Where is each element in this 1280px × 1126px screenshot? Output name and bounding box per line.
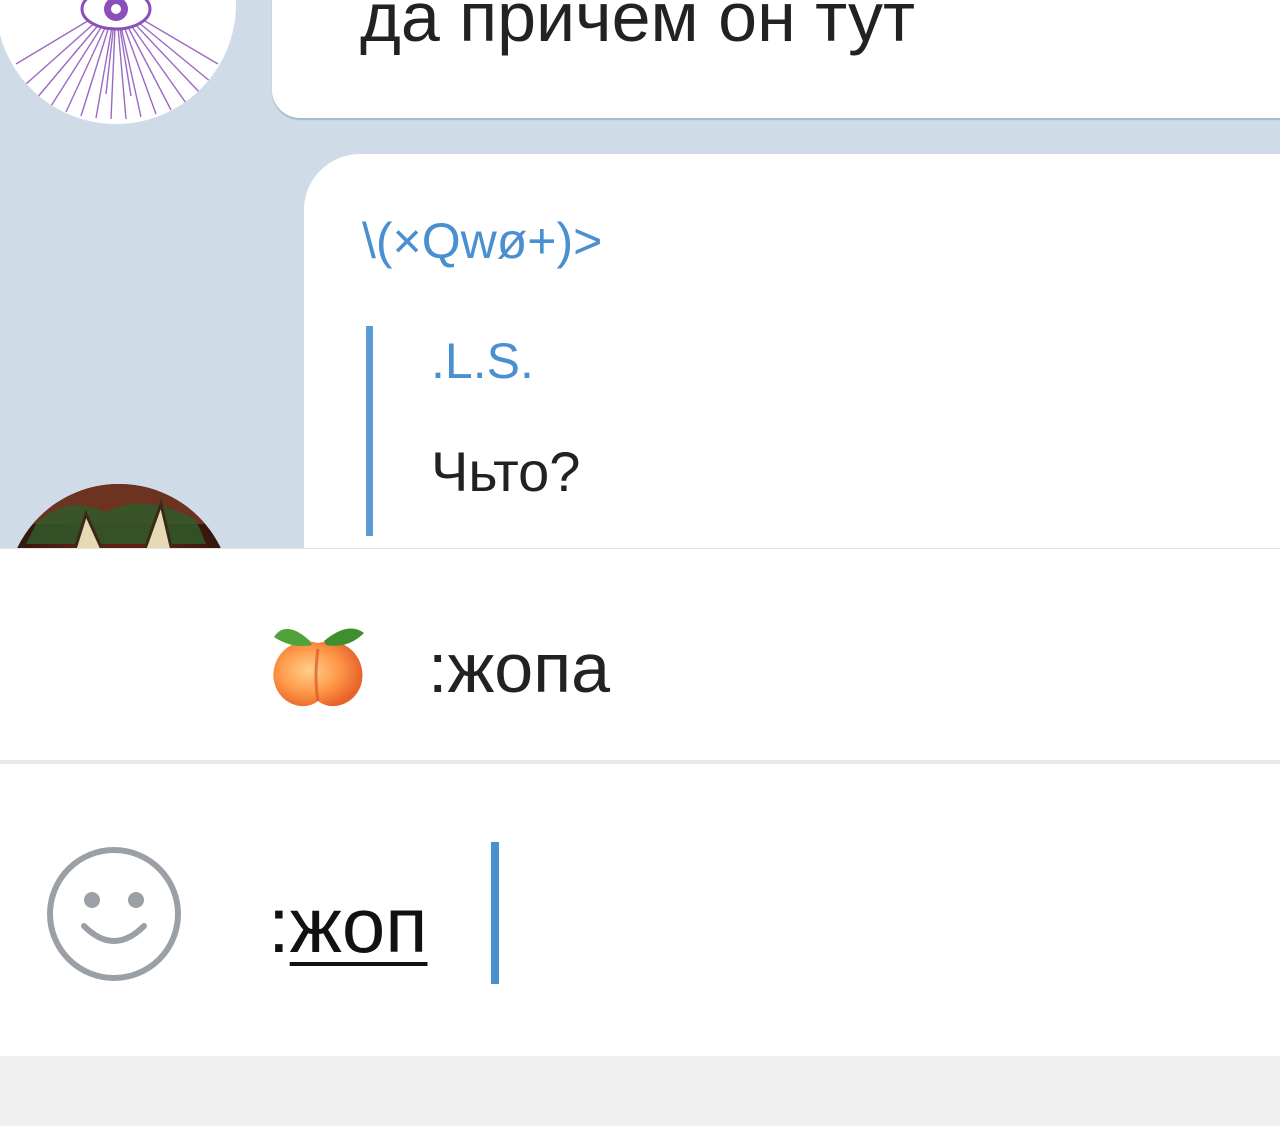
sender-avatar-eye[interactable] <box>0 0 236 124</box>
smiley-icon <box>47 847 181 981</box>
sender-name[interactable]: \(×Qwø+)> <box>362 216 602 266</box>
emoji-shortcode: :жопа <box>428 629 611 707</box>
message-input[interactable]: :жоп <box>262 844 1222 994</box>
sender-avatar-fox[interactable] <box>6 484 232 548</box>
message-text: да причем он тут <box>360 0 916 56</box>
input-word: жоп <box>289 881 428 969</box>
message-bubble-previous[interactable]: да причем он тут <box>272 0 1280 118</box>
message-input-bar: :жоп <box>0 764 1280 1056</box>
reply-author: .L.S. <box>431 333 534 389</box>
emoji-suggestion-item[interactable]: :жопа <box>0 549 1280 761</box>
emoji-suggestion-panel: :жопа <box>0 548 1280 760</box>
chat-area[interactable]: да причем он тут \(×Qwø+)> .L.S. Чьто? <box>0 0 1280 548</box>
reply-quote[interactable]: .L.S. Чьто? <box>366 326 580 536</box>
input-prefix: : <box>268 881 290 969</box>
message-input-text[interactable]: :жоп <box>268 886 427 964</box>
text-caret <box>491 842 499 984</box>
emoji-button[interactable] <box>44 844 184 984</box>
fox-avatar-icon <box>6 484 232 548</box>
peach-icon <box>273 628 364 707</box>
all-seeing-eye-icon <box>15 0 219 120</box>
bottom-area <box>0 1056 1280 1126</box>
reply-text: Чьто? <box>431 440 581 503</box>
message-bubble-current[interactable]: \(×Qwø+)> .L.S. Чьто? <box>304 154 1280 548</box>
